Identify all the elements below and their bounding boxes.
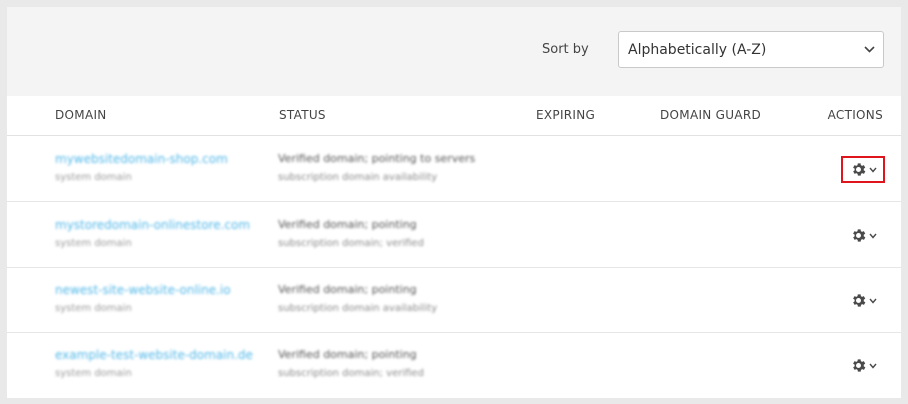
domain-subtext: system domain (55, 172, 132, 183)
status-text: Verified domain; pointing to servers (278, 152, 476, 165)
sort-label: Sort by (542, 42, 589, 57)
table-header: DOMAIN STATUS EXPIRING DOMAIN GUARD ACTI… (7, 96, 901, 136)
status-subtext: subscription domain availability (278, 303, 438, 314)
actions-menu-button[interactable] (841, 222, 885, 249)
table-row: example-test-website-domain.de system do… (7, 333, 901, 398)
toolbar: Sort by Alphabetically (A-Z) (7, 7, 901, 96)
chevron-down-icon (868, 298, 877, 304)
chevron-down-icon (868, 363, 877, 369)
actions-menu-button[interactable] (841, 156, 885, 183)
header-expiring[interactable]: EXPIRING (536, 108, 595, 122)
domain-link[interactable]: newest-site-website-online.io (55, 283, 265, 297)
status-text: Verified domain; pointing (278, 283, 417, 296)
chevron-down-icon (868, 167, 877, 173)
status-subtext: subscription domain availability (278, 172, 438, 183)
header-domain[interactable]: DOMAIN (55, 108, 107, 122)
table-row: mystoredomain-onlinestore.com system dom… (7, 203, 901, 268)
actions-menu-button[interactable] (841, 352, 885, 379)
chevron-down-icon (868, 233, 877, 239)
table-row: newest-site-website-online.io system dom… (7, 268, 901, 333)
gear-icon (852, 359, 865, 372)
header-actions: ACTIONS (827, 108, 883, 122)
domain-link[interactable]: mystoredomain-onlinestore.com (55, 218, 265, 232)
status-subtext: subscription domain; verified (278, 238, 424, 249)
domain-subtext: system domain (55, 238, 132, 249)
domain-link[interactable]: example-test-website-domain.de (55, 348, 265, 362)
domain-subtext: system domain (55, 368, 132, 379)
chevron-down-icon (855, 32, 883, 67)
actions-menu-button[interactable] (841, 287, 885, 314)
gear-icon (852, 163, 865, 176)
domains-panel: Sort by Alphabetically (A-Z) DOMAIN STAT… (7, 7, 901, 398)
sort-select-value: Alphabetically (A-Z) (628, 41, 767, 58)
domain-link[interactable]: mywebsitedomain-shop.com (55, 152, 265, 166)
sort-select[interactable]: Alphabetically (A-Z) (618, 31, 884, 68)
gear-icon (852, 229, 865, 242)
status-text: Verified domain; pointing (278, 218, 417, 231)
status-text: Verified domain; pointing (278, 348, 417, 361)
header-domain-guard[interactable]: DOMAIN GUARD (660, 108, 761, 122)
domain-subtext: system domain (55, 303, 132, 314)
status-subtext: subscription domain; verified (278, 368, 424, 379)
header-status[interactable]: STATUS (279, 108, 326, 122)
table-row: mywebsitedomain-shop.com system domain V… (7, 137, 901, 202)
gear-icon (852, 294, 865, 307)
